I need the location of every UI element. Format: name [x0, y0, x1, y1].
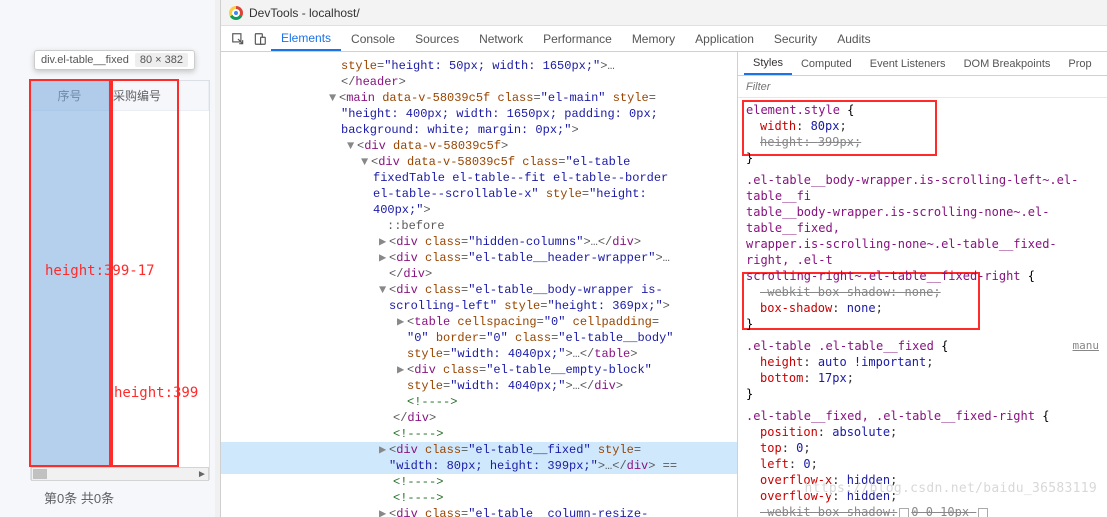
tab-performance[interactable]: Performance — [533, 26, 622, 51]
annotation-text-bottom: height:399 — [114, 385, 198, 401]
tab-elements[interactable]: Elements — [271, 26, 341, 51]
devtools-titlebar: DevTools - localhost/ — [221, 0, 1107, 26]
dom-tree[interactable]: style="height: 50px; width: 1650px;">…</… — [221, 52, 737, 517]
app-panel: div.el-table__fixed 80 × 382 序号 采购编号 hei… — [0, 0, 215, 517]
el-table: 序号 采购编号 — [30, 80, 210, 480]
table-header: 序号 采购编号 — [31, 81, 209, 111]
tab-audits[interactable]: Audits — [827, 26, 880, 51]
element-tooltip: div.el-table__fixed 80 × 382 — [34, 50, 195, 70]
tab-security[interactable]: Security — [764, 26, 827, 51]
tab-sources[interactable]: Sources — [405, 26, 469, 51]
tooltip-dimensions: 80 × 382 — [135, 53, 188, 67]
chrome-icon — [229, 6, 243, 20]
tab-network[interactable]: Network — [469, 26, 533, 51]
devtools-main-tabs: Elements Console Sources Network Perform… — [221, 26, 1107, 52]
side-tab-dom-breakpoints[interactable]: DOM Breakpoints — [955, 52, 1060, 75]
horizontal-scrollbar[interactable]: ◄ ► — [31, 467, 209, 481]
tab-console[interactable]: Console — [341, 26, 405, 51]
pagination-text: 第0条 共0条 — [44, 488, 114, 507]
side-tab-properties[interactable]: Prop — [1059, 52, 1100, 75]
styles-filter-row — [738, 76, 1107, 98]
side-tab-styles[interactable]: Styles — [744, 52, 792, 75]
styles-filter-input[interactable] — [744, 80, 1101, 94]
dom-selected-node: ▶<div class="el-table__fixed" style= — [221, 442, 737, 458]
styles-rules[interactable]: element.style { width: 80px; height: 399… — [738, 98, 1107, 517]
scroll-thumb[interactable] — [33, 469, 47, 479]
rule-fixed-right: .el-table__fixed, .el-table__fixed-right… — [746, 408, 1099, 517]
styles-pane: Styles Computed Event Listeners DOM Brea… — [737, 52, 1107, 517]
rule-el-table-fixed: manu .el-table .el-table__fixed { height… — [746, 338, 1099, 402]
source-link[interactable]: manu — [1073, 338, 1100, 354]
rule-body-wrapper: .el-table__body-wrapper.is-scrolling-lef… — [746, 172, 1099, 332]
tab-memory[interactable]: Memory — [622, 26, 685, 51]
device-toggle-icon[interactable] — [249, 28, 271, 50]
inspect-icon[interactable] — [227, 28, 249, 50]
th-purchase-no: 采购编号 — [109, 81, 209, 110]
styles-side-tabs: Styles Computed Event Listeners DOM Brea… — [738, 52, 1107, 76]
scroll-right-arrow[interactable]: ► — [195, 468, 209, 480]
th-seq: 序号 — [31, 81, 109, 110]
rule-element-style: element.style { width: 80px; height: 399… — [746, 102, 1099, 166]
tab-application[interactable]: Application — [685, 26, 764, 51]
annotation-text-top: height:399-17 — [45, 263, 155, 279]
devtools-window: DevTools - localhost/ Elements Console S… — [220, 0, 1107, 517]
tooltip-selector: div.el-table__fixed — [41, 54, 129, 66]
side-tab-event-listeners[interactable]: Event Listeners — [861, 52, 955, 75]
devtools-title: DevTools - localhost/ — [249, 6, 360, 20]
side-tab-computed[interactable]: Computed — [792, 52, 861, 75]
